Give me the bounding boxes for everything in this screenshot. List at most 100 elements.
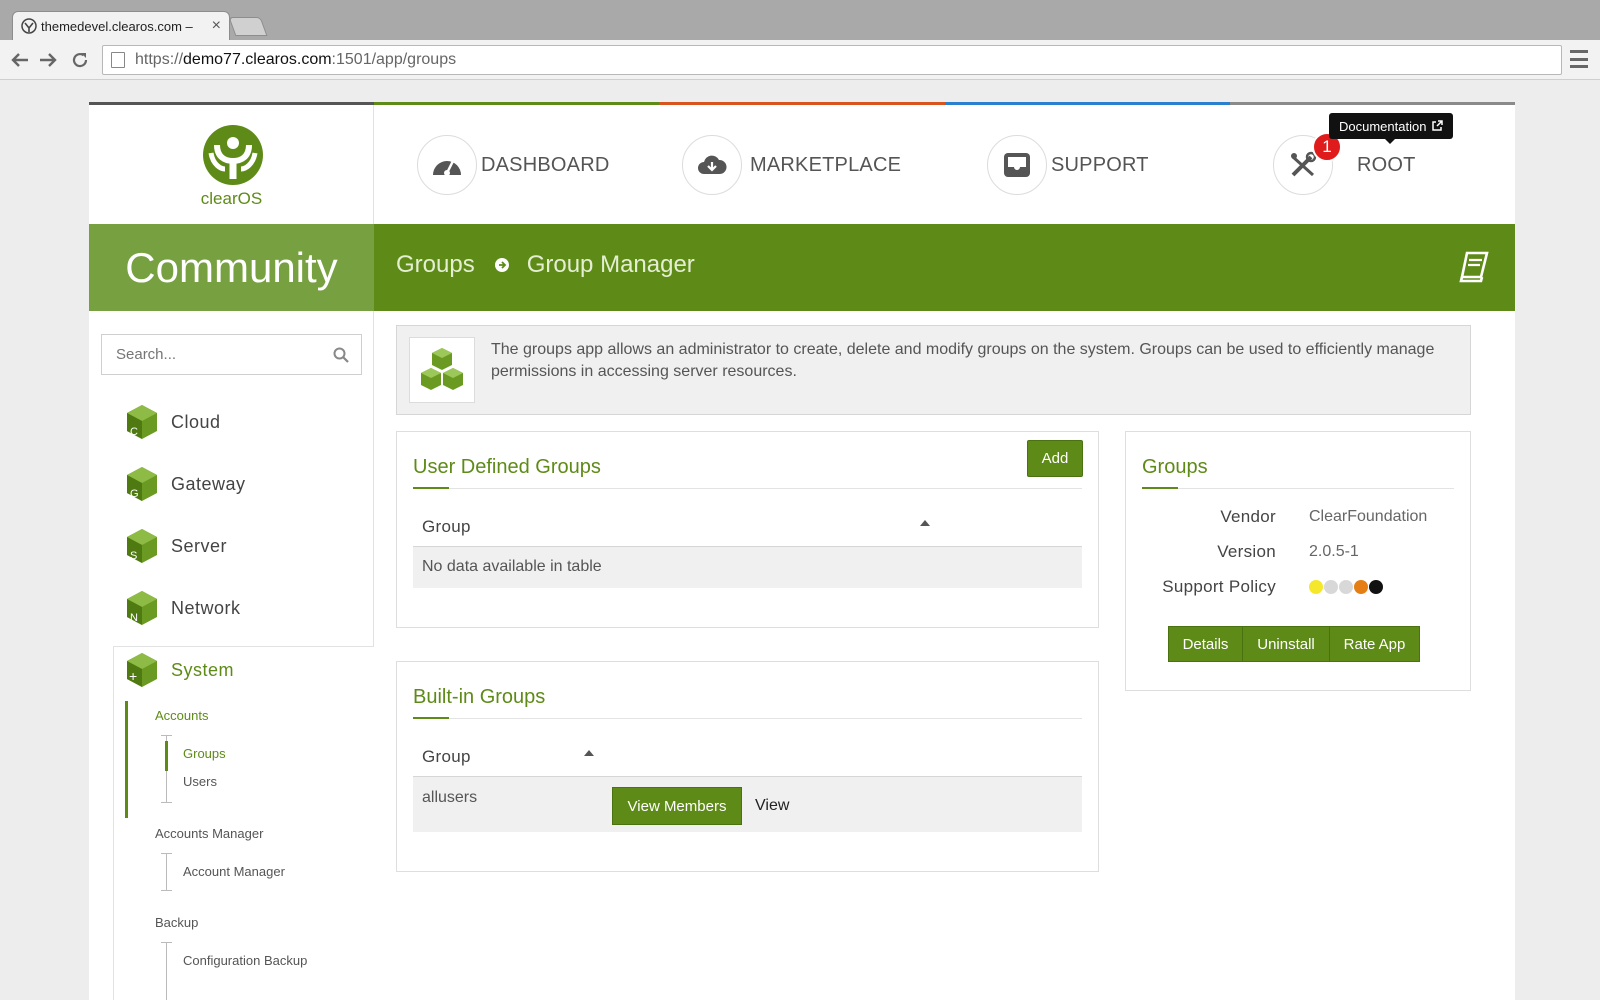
cube-letter: S — [130, 550, 137, 562]
submenu-tree-line — [166, 853, 167, 891]
browser-menu-icon[interactable] — [1570, 50, 1588, 68]
support-dot — [1324, 580, 1338, 594]
version-value: 2.0.5-1 — [1309, 543, 1359, 560]
sidebar-item-cloud[interactable]: C Cloud — [125, 402, 221, 442]
arrow-circle-right-icon — [494, 258, 509, 272]
tab-close-icon[interactable]: × — [212, 17, 221, 35]
vendor-label: Vendor — [1220, 507, 1276, 526]
forward-icon[interactable] — [34, 46, 62, 74]
view-members-button[interactable]: View Members — [612, 787, 742, 825]
groups-cubes-icon — [409, 337, 475, 403]
submenu-tree-tick — [161, 802, 172, 803]
sidebar-item-label: Cloud — [171, 411, 221, 432]
system-cube-icon: + — [127, 653, 157, 687]
cube-letter: + — [129, 668, 137, 684]
submenu-backup[interactable]: Backup — [155, 915, 198, 930]
card-title-rule — [1142, 487, 1454, 489]
uninstall-button[interactable]: Uninstall — [1242, 627, 1329, 661]
nav-root-label: ROOT — [1357, 153, 1416, 176]
search-icon[interactable] — [333, 347, 349, 363]
sidebar-search[interactable] — [101, 334, 362, 375]
submenu-account-manager[interactable]: Account Manager — [183, 864, 285, 879]
clearos-favicon-icon — [21, 18, 37, 34]
support-dot — [1339, 580, 1353, 594]
logo-area[interactable]: clearOS — [89, 105, 374, 230]
cloud-cube-icon: C — [127, 405, 157, 439]
address-bar[interactable]: https:// demo77.clearos.com :1501/app/gr… — [102, 45, 1562, 75]
app-intro: The groups app allows an administrator t… — [396, 325, 1471, 415]
vendor-value: ClearFoundation — [1309, 508, 1428, 525]
app-actions: Details Uninstall Rate App — [1168, 626, 1420, 662]
logo-text: clearOS — [200, 189, 263, 208]
nav-support[interactable]: SUPPORT — [987, 135, 1149, 195]
submenu-tree-tick — [161, 942, 172, 943]
cube-letter: G — [130, 488, 139, 500]
submenu-users[interactable]: Users — [183, 774, 217, 789]
nav-support-label: SUPPORT — [1051, 153, 1149, 176]
nav-marketplace[interactable]: MARKETPLACE — [682, 135, 901, 195]
nav-dashboard[interactable]: DASHBOARD — [417, 135, 610, 195]
group-column-header[interactable]: Group — [422, 517, 471, 537]
built-in-groups-title: Built-in Groups — [413, 686, 546, 708]
clearos-logo-icon — [203, 125, 263, 185]
rate-app-button[interactable]: Rate App — [1329, 627, 1419, 661]
tools-icon: 1 — [1273, 132, 1342, 195]
group-column-header[interactable]: Group — [422, 747, 471, 767]
support-policy-dots — [1309, 580, 1383, 594]
new-tab-button[interactable] — [228, 17, 268, 36]
url-path: :1501/app/groups — [331, 51, 457, 68]
sidebar-item-system[interactable]: + System — [125, 650, 234, 690]
browser-toolbar: https:// demo77.clearos.com :1501/app/gr… — [0, 40, 1600, 80]
card-title-rule — [413, 717, 1082, 719]
user-defined-groups-title: User Defined Groups — [413, 456, 601, 478]
view-button[interactable]: View — [755, 797, 789, 815]
back-icon[interactable] — [6, 46, 34, 74]
tab-title: themedevel.clearos.com – — [41, 18, 193, 34]
server-cube-icon: S — [127, 529, 157, 563]
version-label: Version — [1217, 542, 1276, 561]
sidebar: C Cloud G Gateway S Server N Network + S… — [89, 311, 374, 1000]
breadcrumb: Groups Group Manager — [396, 251, 695, 279]
system-active-rail — [125, 701, 128, 818]
support-policy-label: Support Policy — [1162, 577, 1276, 596]
details-button[interactable]: Details — [1169, 627, 1242, 661]
submenu-configuration-backup[interactable]: Configuration Backup — [183, 953, 307, 968]
reload-icon[interactable] — [66, 46, 94, 74]
user-defined-groups-card: User Defined Groups Add Group No data av… — [396, 431, 1099, 628]
dashboard-gauge-icon — [417, 135, 477, 195]
submenu-tree-tick — [161, 735, 172, 736]
sidebar-item-network[interactable]: N Network — [125, 588, 241, 628]
cloud-download-icon — [682, 135, 742, 195]
gateway-cube-icon: G — [127, 467, 157, 501]
support-dot — [1309, 580, 1323, 594]
app-info-title: Groups — [1142, 456, 1208, 478]
nav-marketplace-label: MARKETPLACE — [750, 153, 902, 176]
nav-dashboard-label: DASHBOARD — [481, 153, 610, 176]
page-icon — [111, 52, 125, 68]
breadcrumb-groups[interactable]: Groups — [396, 251, 475, 279]
intro-text: The groups app allows an administrator t… — [491, 341, 1435, 380]
browser-tab[interactable]: themedevel.clearos.com – × — [12, 11, 230, 40]
external-link-icon — [1432, 120, 1444, 131]
sidebar-item-server[interactable]: S Server — [125, 526, 227, 566]
app-info-card: Groups Vendor ClearFoundation Version 2.… — [1125, 431, 1471, 691]
submenu-accounts-manager[interactable]: Accounts Manager — [155, 826, 263, 841]
add-group-button[interactable]: Add — [1027, 440, 1083, 477]
support-dot — [1354, 580, 1368, 594]
submenu-groups[interactable]: Groups — [183, 746, 226, 761]
cube-letter: N — [130, 612, 138, 624]
submenu-accounts[interactable]: Accounts — [155, 708, 208, 723]
search-input[interactable] — [116, 346, 333, 363]
sidebar-item-label: Server — [171, 535, 228, 556]
sidebar-item-label: Network — [171, 597, 241, 618]
browser-tabstrip: themedevel.clearos.com – × — [0, 0, 1600, 40]
sort-ascending-icon[interactable] — [584, 750, 594, 756]
support-inbox-icon — [987, 135, 1047, 195]
active-groups-marker — [165, 741, 168, 771]
sort-ascending-icon[interactable] — [920, 520, 930, 526]
submenu-tree-tick — [161, 890, 172, 891]
documentation-book-icon[interactable] — [1457, 250, 1491, 284]
documentation-tooltip: Documentation — [1329, 113, 1454, 144]
empty-table-row: No data available in table — [413, 546, 1082, 588]
sidebar-item-gateway[interactable]: G Gateway — [125, 464, 246, 504]
